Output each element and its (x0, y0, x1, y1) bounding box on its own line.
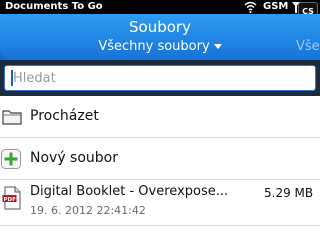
file-row[interactable]: PDF Digital Booklet - Overexpose... 5.29… (0, 180, 320, 226)
text-cursor (11, 70, 13, 86)
svg-text:PDF: PDF (4, 197, 17, 203)
search-bar (0, 60, 320, 96)
file-date: 19. 6. 2012 22:41:42 (30, 204, 146, 217)
chevron-down-icon (213, 44, 222, 49)
wifi-icon (244, 1, 257, 13)
view-selector[interactable]: Všechny soubory (0, 39, 320, 54)
new-file-label: Nový soubor (30, 150, 118, 166)
next-view-peek[interactable]: Vše (296, 39, 320, 54)
carrier-label: GSM (263, 1, 289, 12)
file-size: 5.29 MB (264, 186, 314, 200)
title-bar: Soubory Všechny soubory Vše (0, 14, 320, 64)
page-title: Soubory (129, 18, 191, 36)
browse-label: Procházet (30, 108, 99, 124)
search-input[interactable] (4, 65, 316, 91)
folder-icon (2, 110, 22, 125)
file-name: Digital Booklet - Overexpose... (30, 184, 229, 199)
list-item-new-file[interactable]: Nový soubor (0, 138, 320, 180)
status-bar: Documents To Go GSM CS (0, 0, 320, 22)
pdf-icon: PDF (2, 186, 21, 210)
view-selector-label: Všechny soubory (98, 39, 210, 54)
add-icon (1, 149, 21, 169)
status-app-name: Documents To Go (5, 1, 103, 12)
list-item-browse[interactable]: Procházet (0, 96, 320, 138)
